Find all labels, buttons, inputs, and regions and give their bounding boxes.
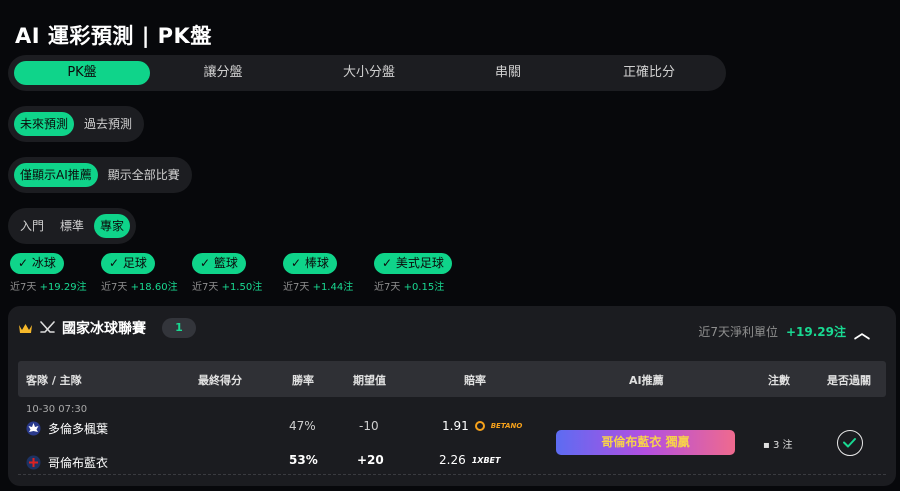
betano-logo-icon (474, 421, 485, 431)
filter-past[interactable]: 過去預測 (78, 112, 138, 136)
league-panel: 國家冰球聯賽 1 近7天淨利單位 +19.29注 ︿ 客隊 / 主隊 最終得分 … (8, 306, 896, 486)
league-name: 國家冰球聯賽 (62, 321, 146, 337)
sport-american-football: ✓ 美式足球 近7天 +0.15注 (374, 252, 465, 293)
match-time: 10-30 07:30 (26, 404, 88, 415)
away-team: 多倫多楓葉 (26, 420, 108, 437)
sport-stat: 近7天 +1.44注 (283, 282, 354, 293)
page-title: AI 運彩預測 | PK盤 (15, 24, 212, 48)
stake-value: ▪ 3 注 (763, 440, 793, 451)
sport-stat: 近7天 +19.29注 (10, 282, 87, 293)
ai-pick-button[interactable]: 哥倫布藍衣 獨贏 (556, 430, 735, 455)
level-expert[interactable]: 專家 (94, 214, 131, 238)
col-stake: 注數 (768, 374, 790, 387)
filter-ai-only[interactable]: 僅顯示AI推薦 (14, 163, 98, 187)
col-final-score: 最終得分 (198, 374, 242, 387)
col-odds: 賠率 (464, 374, 486, 387)
maple-leaf-logo-icon (26, 421, 41, 436)
sport-baseball: ✓ 棒球 近7天 +1.44注 (283, 252, 374, 293)
tab-handicap[interactable]: 讓分盤 (150, 61, 296, 85)
passed-check-icon (837, 430, 863, 456)
tab-over-under[interactable]: 大小分盤 (296, 61, 442, 85)
col-ai-pick: AI推薦 (629, 374, 664, 387)
col-teams: 客隊 / 主隊 (26, 374, 82, 387)
level-standard[interactable]: 標準 (54, 214, 90, 238)
sport-badge-american-football[interactable]: ✓ 美式足球 (374, 253, 452, 274)
blue-jackets-logo-icon (26, 455, 41, 470)
sport-badge-hockey[interactable]: ✓ 冰球 (10, 253, 64, 274)
bookmaker-1xbet: 1XBET (471, 455, 501, 465)
col-expected-value: 期望值 (353, 374, 386, 387)
home-team-name: 哥倫布藍衣 (48, 456, 109, 470)
sport-stat: 近7天 +0.15注 (374, 282, 445, 293)
sport-filters: ✓ 冰球 近7天 +19.29注 ✓ 足球 近7天 +18.60注 ✓ 籃球 近… (10, 252, 465, 293)
time-filter: 未來預測 過去預測 (8, 106, 145, 142)
row-divider (18, 474, 886, 475)
home-win-rate: 53% (289, 453, 318, 467)
league-profit: 近7天淨利單位 +19.29注 ︿ (698, 319, 870, 343)
table-header: 客隊 / 主隊 最終得分 勝率 期望值 賠率 AI推薦 注數 是否過關 (18, 361, 886, 397)
sport-hockey: ✓ 冰球 近7天 +19.29注 (10, 252, 101, 293)
home-team: 哥倫布藍衣 (26, 454, 108, 471)
tab-parlay[interactable]: 串關 (442, 61, 574, 85)
level-beginner[interactable]: 入門 (14, 214, 50, 238)
away-odds-value: 1.91 (442, 419, 469, 433)
away-team-name: 多倫多楓葉 (48, 422, 109, 436)
home-ev: +20 (357, 453, 384, 467)
away-ev: -10 (359, 419, 379, 433)
sport-badge-soccer[interactable]: ✓ 足球 (101, 253, 155, 274)
tab-pk[interactable]: PK盤 (14, 61, 150, 85)
filter-all-matches[interactable]: 顯示全部比賽 (102, 163, 186, 187)
market-tabs: PK盤 讓分盤 大小分盤 串關 正確比分 (8, 55, 726, 91)
hockey-sticks-icon (40, 321, 55, 333)
bookmaker-betano: BETANO (490, 422, 523, 430)
filter-future[interactable]: 未來預測 (14, 112, 75, 136)
display-filter: 僅顯示AI推薦 顯示全部比賽 (8, 157, 192, 193)
col-win-rate: 勝率 (292, 374, 314, 387)
sport-badge-baseball[interactable]: ✓ 棒球 (283, 253, 337, 274)
away-win-rate: 47% (289, 419, 316, 433)
away-odds: 1.91 BETANO (442, 419, 522, 433)
profit-value: +19.29注 (785, 324, 846, 339)
home-odds-value: 2.26 (439, 453, 466, 467)
league-match-count: 1 (162, 318, 196, 338)
sport-badge-basketball[interactable]: ✓ 籃球 (192, 253, 246, 274)
tab-correct-score[interactable]: 正確比分 (574, 61, 724, 85)
profit-label: 近7天淨利單位 (698, 324, 778, 339)
level-filter: 入門 標準 專家 (8, 208, 137, 244)
sport-stat: 近7天 +1.50注 (192, 282, 263, 293)
col-result: 是否過關 (827, 374, 871, 387)
sport-stat: 近7天 +18.60注 (101, 282, 178, 293)
sport-soccer: ✓ 足球 近7天 +18.60注 (101, 252, 192, 293)
home-odds: 2.26 1XBET (439, 453, 500, 467)
chevron-up-icon[interactable]: ︿ (854, 319, 870, 343)
crown-icon (19, 323, 32, 333)
sport-basketball: ✓ 籃球 近7天 +1.50注 (192, 252, 283, 293)
league-header[interactable]: 國家冰球聯賽 1 (18, 318, 196, 338)
